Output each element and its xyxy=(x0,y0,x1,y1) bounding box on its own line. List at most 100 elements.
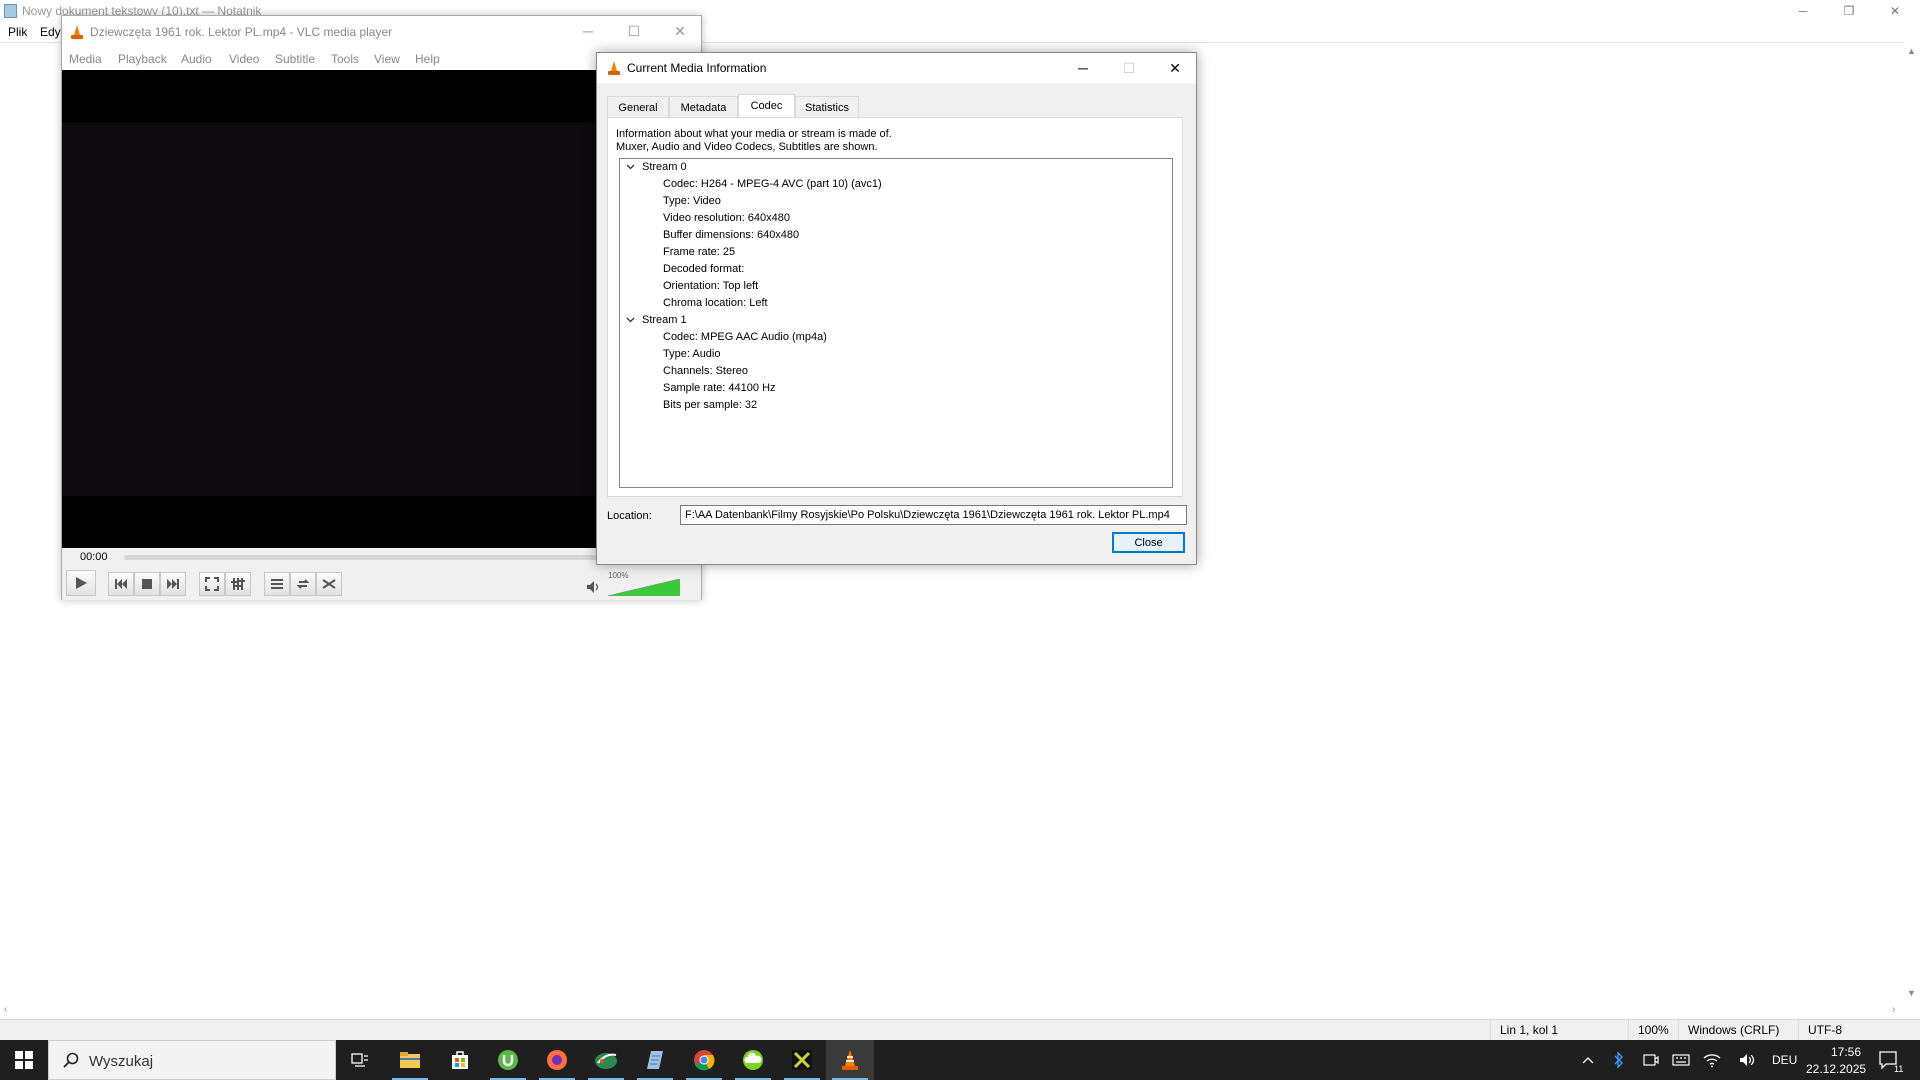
tree-item[interactable]: Orientation: Top left xyxy=(663,278,758,295)
dialog-title: Current Media Information xyxy=(627,61,767,75)
input-method-icon[interactable] xyxy=(1672,1052,1690,1068)
menu-video[interactable]: Video xyxy=(229,52,259,66)
menu-playback[interactable]: Playback xyxy=(118,52,167,66)
menu-audio[interactable]: Audio xyxy=(181,52,212,66)
taskbar-search[interactable]: Wyszukaj xyxy=(48,1040,336,1080)
task-view-button[interactable] xyxy=(336,1040,384,1080)
tree-item[interactable]: Channels: Stereo xyxy=(663,363,748,380)
stream-label: Stream 1 xyxy=(642,314,687,326)
notification-count: 11 xyxy=(1894,1064,1904,1074)
media-info-dialog: Current Media Information ─ ☐ ✕ General … xyxy=(596,52,1197,565)
scroll-down-icon[interactable]: ▼ xyxy=(1907,988,1916,998)
previous-button[interactable] xyxy=(108,572,134,596)
taskbar-notepad[interactable] xyxy=(631,1040,679,1080)
taskbar-firefox[interactable] xyxy=(533,1040,581,1080)
menu-subtitle[interactable]: Subtitle xyxy=(275,52,315,66)
paint-brush-icon xyxy=(595,1053,617,1069)
fullscreen-button[interactable] xyxy=(199,572,225,596)
tree-item[interactable]: Chroma location: Left xyxy=(663,295,768,312)
start-button[interactable] xyxy=(0,1040,48,1080)
scroll-right-icon[interactable]: › xyxy=(1892,1004,1895,1015)
loop-button[interactable] xyxy=(290,572,316,596)
volume-icon[interactable] xyxy=(1739,1052,1757,1068)
shuffle-button[interactable] xyxy=(316,572,342,596)
play-button[interactable] xyxy=(66,570,96,596)
chevron-up-icon[interactable] xyxy=(1582,1056,1594,1064)
taskbar-utorrent[interactable] xyxy=(484,1040,532,1080)
loop-icon xyxy=(296,579,310,589)
taskbar-chrome[interactable] xyxy=(680,1040,728,1080)
chevron-down-icon[interactable] xyxy=(626,317,635,323)
playlist-button[interactable] xyxy=(264,572,290,596)
maximize-icon: ☐ xyxy=(1122,60,1136,76)
stream-label: Stream 0 xyxy=(642,161,687,173)
fullscreen-icon xyxy=(205,577,219,591)
next-button[interactable] xyxy=(160,572,186,596)
vlc-cone-icon xyxy=(71,25,83,39)
extended-settings-button[interactable] xyxy=(225,572,251,596)
tree-item[interactable]: Video resolution: 640x480 xyxy=(663,210,790,227)
tree-item[interactable]: Decoded format: xyxy=(663,261,744,278)
description-line-2: Muxer, Audio and Video Codecs, Subtitles… xyxy=(616,141,878,153)
vertical-scrollbar[interactable]: ▲ ▼ xyxy=(1903,42,1920,1002)
menu-tools[interactable]: Tools xyxy=(331,52,359,66)
vlc-cone-icon xyxy=(608,61,620,75)
tab-codec[interactable]: Codec xyxy=(738,94,795,119)
close-button[interactable]: Close xyxy=(1112,532,1185,553)
language-indicator[interactable]: DEU xyxy=(1772,1053,1797,1067)
restore-icon[interactable]: ❐ xyxy=(1826,0,1872,22)
tree-item[interactable]: Type: Audio xyxy=(663,346,721,363)
vlc-titlebar[interactable]: Dziewczęta 1961 rok. Lektor PL.mp4 - VLC… xyxy=(62,16,701,48)
taskbar-vlc[interactable] xyxy=(826,1040,874,1080)
tree-item[interactable]: Codec: MPEG AAC Audio (mp4a) xyxy=(663,329,827,346)
taskbar-file-explorer[interactable] xyxy=(386,1040,434,1080)
clock-date[interactable]: 22.12.2025 xyxy=(1806,1062,1866,1076)
codec-tree[interactable]: Stream 0 Codec: H264 - MPEG-4 AVC (part … xyxy=(619,158,1173,488)
chevron-down-icon[interactable] xyxy=(626,164,635,170)
close-icon[interactable]: ✕ xyxy=(657,16,703,46)
tree-item[interactable]: Bits per sample: 32 xyxy=(663,397,757,414)
shuffle-icon xyxy=(322,579,336,589)
minimize-icon[interactable]: ─ xyxy=(1060,53,1106,83)
tree-stream-0[interactable]: Stream 0 xyxy=(620,159,1172,176)
close-icon[interactable]: ✕ xyxy=(1872,0,1918,22)
scroll-left-icon[interactable]: ‹ xyxy=(4,1004,7,1015)
tree-stream-1[interactable]: Stream 1 xyxy=(620,312,1172,329)
dialog-titlebar[interactable]: Current Media Information ─ ☐ ✕ xyxy=(597,53,1196,83)
close-icon[interactable]: ✕ xyxy=(1152,53,1198,83)
search-placeholder: Wyszukaj xyxy=(89,1053,154,1070)
maximize-icon[interactable]: ☐ xyxy=(611,16,657,46)
tree-item[interactable]: Sample rate: 44100 Hz xyxy=(663,380,776,397)
taskbar-app-paint[interactable] xyxy=(582,1040,630,1080)
tab-general[interactable]: General xyxy=(607,96,669,118)
clock-time[interactable]: 17:56 xyxy=(1821,1045,1871,1059)
taskbar-cloud-app[interactable] xyxy=(729,1040,777,1080)
menu-help[interactable]: Help xyxy=(415,52,440,66)
minimize-icon[interactable]: ─ xyxy=(565,16,611,46)
menu-media[interactable]: Media xyxy=(69,52,102,66)
wifi-icon[interactable] xyxy=(1703,1052,1721,1068)
menu-plik[interactable]: Plik xyxy=(8,25,27,39)
location-field[interactable] xyxy=(680,505,1187,525)
bluetooth-icon[interactable] xyxy=(1614,1052,1624,1068)
tree-item[interactable]: Codec: H264 - MPEG-4 AVC (part 10) (avc1… xyxy=(663,176,882,193)
windows-icon xyxy=(15,1051,33,1069)
volume-slider[interactable]: 100% xyxy=(608,571,680,596)
menu-view[interactable]: View xyxy=(374,52,400,66)
tree-item[interactable]: Buffer dimensions: 640x480 xyxy=(663,227,799,244)
taskbar-store[interactable] xyxy=(436,1040,484,1080)
tree-item[interactable]: Type: Video xyxy=(663,193,721,210)
horizontal-scrollbar[interactable]: ‹ › xyxy=(0,1002,1904,1019)
minimize-icon[interactable]: ─ xyxy=(1780,0,1826,22)
menu-edycja[interactable]: Edy xyxy=(40,25,61,39)
taskbar-app-x[interactable] xyxy=(778,1040,826,1080)
scroll-up-icon[interactable]: ▲ xyxy=(1907,46,1916,56)
speaker-icon[interactable] xyxy=(586,580,602,597)
tab-statistics[interactable]: Statistics xyxy=(795,96,859,118)
status-line-endings: Windows (CRLF) xyxy=(1688,1023,1780,1037)
search-icon xyxy=(63,1052,79,1068)
stop-button[interactable] xyxy=(134,572,160,596)
tree-item[interactable]: Frame rate: 25 xyxy=(663,244,735,261)
tab-metadata[interactable]: Metadata xyxy=(669,96,738,118)
camera-icon[interactable] xyxy=(1643,1052,1659,1068)
